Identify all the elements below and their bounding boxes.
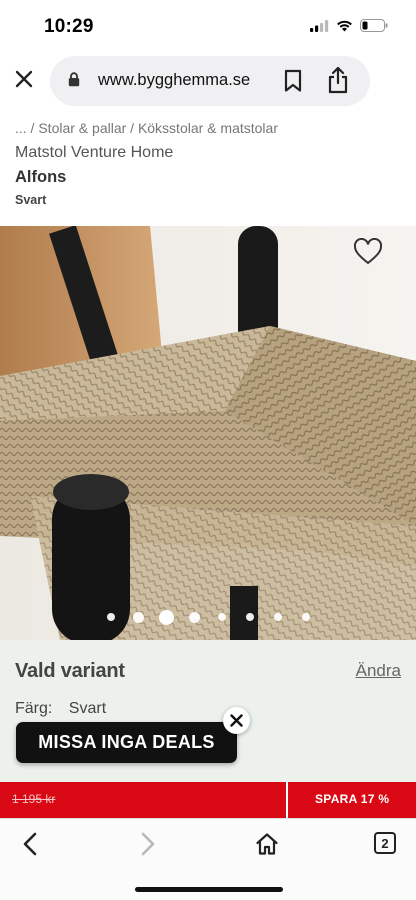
old-price: 1 195 kr	[12, 792, 56, 806]
price-divider	[286, 782, 288, 818]
status-bar: 10:29	[0, 0, 416, 52]
variant-color-label: Färg:	[15, 700, 53, 717]
battery-icon	[360, 19, 388, 37]
carousel-dot[interactable]	[301, 613, 310, 621]
back-button[interactable]	[15, 829, 45, 859]
url-bar[interactable]: www.bygghemma.se	[50, 56, 370, 106]
chevron-right-icon	[141, 832, 155, 856]
browser-address-row: www.bygghemma.se	[0, 52, 416, 108]
carousel-dot[interactable]	[246, 613, 254, 621]
status-icons	[310, 19, 388, 37]
home-icon	[256, 833, 278, 855]
product-color: Svart	[15, 193, 47, 207]
close-icon	[15, 70, 33, 88]
deals-banner-text: MISSA INGA DEALS	[38, 732, 215, 752]
close-icon	[230, 714, 243, 727]
share-button[interactable]	[326, 66, 350, 94]
tab-count-button[interactable]: 2	[374, 832, 396, 854]
wifi-icon	[336, 19, 353, 37]
carousel-dot[interactable]	[188, 611, 200, 623]
product-title: Alfons	[15, 168, 67, 186]
forward-button[interactable]	[133, 829, 163, 859]
carousel-dot[interactable]	[107, 613, 115, 621]
carousel-dots	[0, 607, 416, 627]
home-button[interactable]	[252, 829, 282, 859]
favorite-button[interactable]	[353, 238, 383, 266]
deals-close-button[interactable]	[223, 707, 250, 734]
change-variant-link[interactable]: Ändra	[356, 661, 401, 681]
price-strip: 1 195 kr SPARA 17 %	[0, 782, 416, 818]
product-image-carousel[interactable]	[0, 226, 416, 640]
share-icon	[328, 66, 348, 94]
bookmark-button[interactable]	[282, 69, 304, 93]
bookmark-icon	[284, 69, 302, 92]
close-tab-button[interactable]	[12, 67, 36, 91]
carousel-dot[interactable]	[218, 613, 227, 621]
breadcrumb[interactable]: ... / Stolar & pallar / Köksstolar & mat…	[15, 120, 278, 136]
chevron-left-icon	[23, 832, 37, 856]
carousel-dot[interactable]	[159, 609, 175, 625]
carousel-dot[interactable]	[133, 611, 145, 623]
deals-banner[interactable]: MISSA INGA DEALS	[16, 722, 237, 763]
variant-title: Vald variant	[15, 660, 125, 682]
product-brand: Matstol Venture Home	[15, 144, 174, 161]
heart-icon	[353, 238, 383, 265]
product-photo	[0, 226, 416, 640]
save-badge: SPARA 17 %	[315, 792, 390, 806]
lock-icon	[68, 72, 80, 92]
variant-color-row: Färg: Svart	[15, 700, 106, 718]
carousel-dot[interactable]	[273, 613, 282, 621]
cellular-signal-icon	[310, 19, 329, 37]
home-indicator	[135, 887, 283, 892]
browser-toolbar: 2	[0, 818, 416, 900]
url-text: www.bygghemma.se	[98, 71, 251, 89]
variant-color-value: Svart	[68, 700, 107, 717]
status-time: 10:29	[44, 16, 94, 37]
